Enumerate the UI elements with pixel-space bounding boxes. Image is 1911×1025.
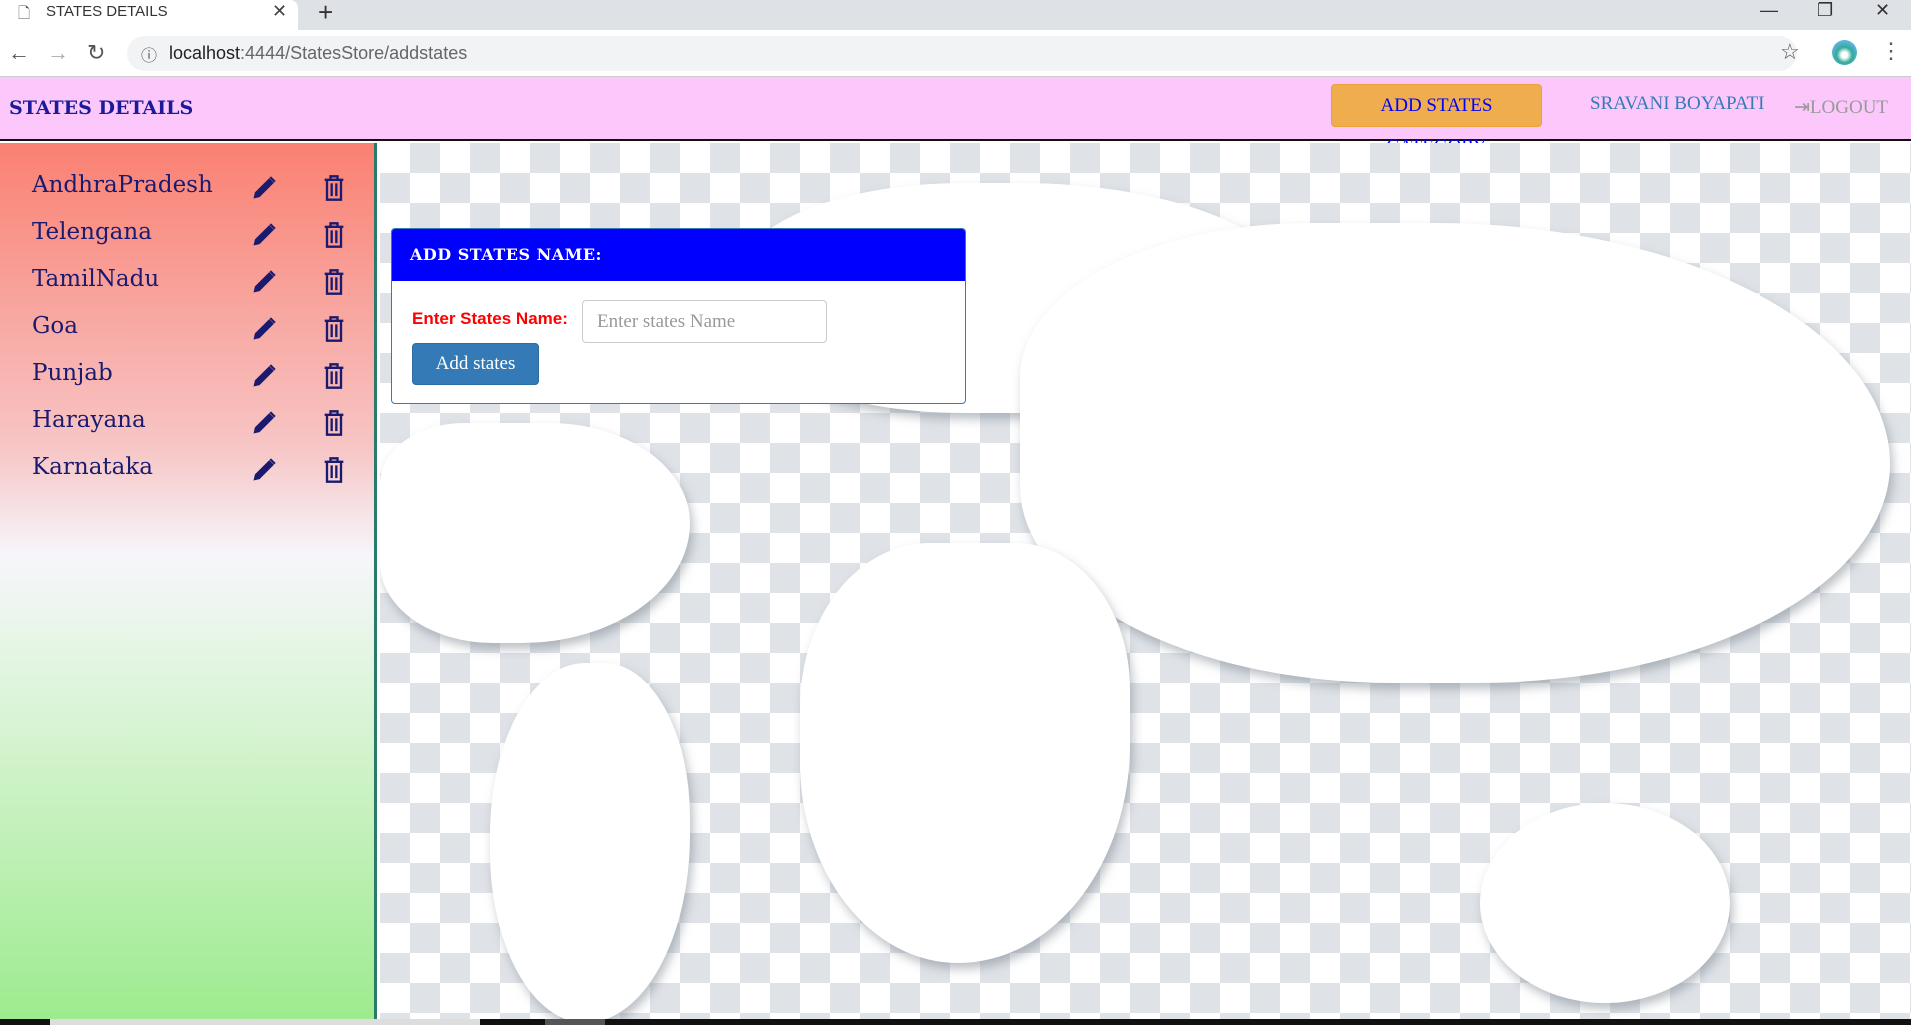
delete-trash-icon[interactable] [322, 456, 346, 484]
logout-label: LOGOUT [1809, 97, 1889, 118]
state-name-input[interactable] [582, 300, 827, 343]
browser-tab[interactable]: 🗋 STATES DETAILS ✕ [0, 0, 298, 30]
state-list-item: TamilNadu [0, 264, 370, 304]
browser-tab-bar: 🗋 STATES DETAILS ✕ + — ❐ ✕ [0, 0, 1911, 30]
edit-pencil-icon[interactable] [250, 315, 278, 343]
app-header: STATES DETAILS ADD STATES CATEGORY SRAVA… [0, 77, 1911, 157]
panel-title: ADD STATES NAME: [392, 229, 965, 281]
delete-trash-icon[interactable] [322, 221, 346, 249]
edit-pencil-icon[interactable] [250, 456, 278, 484]
taskbar-strip [0, 1019, 1911, 1025]
edit-pencil-icon[interactable] [250, 362, 278, 390]
state-list-item: Goa [0, 311, 370, 351]
close-window-icon[interactable]: ✕ [1875, 0, 1890, 21]
add-states-button[interactable]: Add states [412, 343, 539, 385]
state-list-item: Punjab [0, 358, 370, 398]
edit-pencil-icon[interactable] [250, 409, 278, 437]
tab-title: STATES DETAILS [46, 3, 168, 20]
delete-trash-icon[interactable] [322, 362, 346, 390]
delete-trash-icon[interactable] [322, 268, 346, 296]
forward-icon[interactable]: → [47, 40, 69, 66]
brand-title[interactable]: STATES DETAILS [9, 97, 193, 119]
edit-pencil-icon[interactable] [250, 268, 278, 296]
add-state-panel: ADD STATES NAME: Enter States Name: Add … [391, 228, 966, 404]
logout-icon: ⇥ [1794, 97, 1810, 118]
delete-trash-icon[interactable] [322, 174, 346, 202]
delete-trash-icon[interactable] [322, 409, 346, 437]
state-list-item: AndhraPradesh [0, 170, 370, 210]
minimize-icon[interactable]: — [1760, 0, 1778, 21]
state-name[interactable]: Telengana [32, 219, 152, 245]
bookmark-star-icon[interactable]: ☆ [1780, 39, 1800, 65]
user-name-link[interactable]: SRAVANI BOYAPATI [1590, 93, 1764, 115]
close-tab-icon[interactable]: ✕ [272, 1, 287, 22]
menu-kebab-icon[interactable]: ⋮ [1880, 38, 1902, 64]
states-sidebar: AndhraPradesh Telengana TamilNadu Goa Pu… [0, 143, 377, 1019]
state-name[interactable]: Punjab [32, 360, 113, 386]
edit-pencil-icon[interactable] [250, 221, 278, 249]
state-name[interactable]: Karnataka [32, 454, 153, 480]
state-list-item: Telengana [0, 217, 370, 257]
info-icon: ⓘ [141, 48, 158, 65]
logout-link[interactable]: ⇥LOGOUT [1794, 96, 1888, 119]
state-name[interactable]: AndhraPradesh [32, 172, 213, 198]
url-path: :4444/StatesStore/addstates [240, 43, 468, 63]
back-icon[interactable]: ← [8, 40, 30, 66]
state-name[interactable]: Harayana [32, 407, 146, 433]
restore-icon[interactable]: ❐ [1817, 0, 1833, 21]
new-tab-button[interactable]: + [318, 0, 333, 28]
add-states-category-button[interactable]: ADD STATES CATEGORY [1331, 84, 1542, 157]
profile-avatar[interactable] [1832, 40, 1857, 65]
delete-trash-icon[interactable] [322, 315, 346, 343]
state-name-label: Enter States Name: [412, 309, 568, 328]
state-list-item: Harayana [0, 405, 370, 445]
edit-pencil-icon[interactable] [250, 174, 278, 202]
page-icon: 🗋 [18, 5, 31, 22]
reload-icon[interactable]: ↻ [87, 40, 105, 66]
url-input[interactable]: ⓘ localhost:4444/StatesStore/addstates [127, 36, 1797, 71]
url-host: localhost [169, 43, 241, 63]
state-name[interactable]: Goa [32, 313, 78, 339]
state-name[interactable]: TamilNadu [32, 266, 159, 292]
address-bar-row: ← → ↻ ⓘ localhost:4444/StatesStore/addst… [0, 30, 1911, 77]
state-list-item: Karnataka [0, 452, 370, 492]
